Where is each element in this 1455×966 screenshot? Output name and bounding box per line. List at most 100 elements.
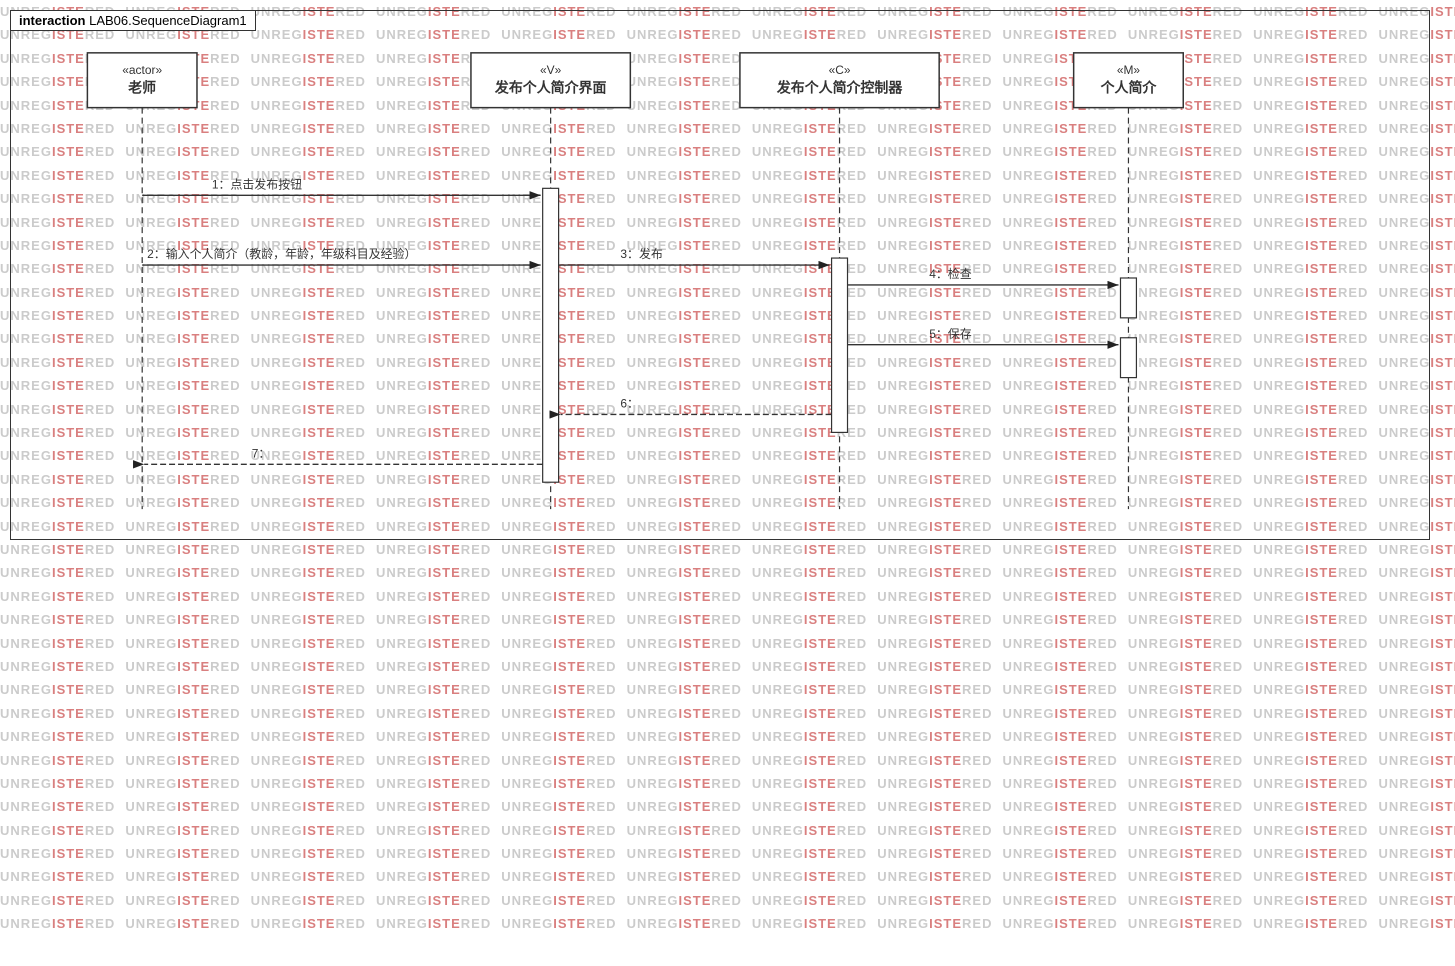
- watermark-text: UNREGISTERED: [1128, 749, 1253, 772]
- watermark-text: UNREGISTERED: [1253, 655, 1378, 678]
- svg-text:1：点击发布按钮: 1：点击发布按钮: [212, 176, 302, 191]
- watermark-text: UNREGISTERED: [1378, 702, 1455, 725]
- watermark-text: UNREGISTERED: [752, 632, 877, 655]
- watermark-text: UNREGISTERED: [501, 912, 626, 935]
- watermark-text: UNREGISTERED: [1003, 538, 1128, 561]
- watermark-text: UNREGISTERED: [376, 608, 501, 631]
- watermark-text: UNREGISTERED: [752, 561, 877, 584]
- watermark-text: UNREGISTERED: [1378, 632, 1455, 655]
- watermark-text: UNREGISTERED: [752, 538, 877, 561]
- watermark-text: UNREGISTERED: [1003, 725, 1128, 748]
- watermark-text: UNREGISTERED: [1128, 889, 1253, 912]
- watermark-text: UNREGISTERED: [0, 749, 125, 772]
- watermark-text: UNREGISTERED: [877, 725, 1002, 748]
- watermark-text: UNREGISTERED: [627, 865, 752, 888]
- watermark-text: UNREGISTERED: [501, 889, 626, 912]
- watermark-text: UNREGISTERED: [0, 795, 125, 818]
- watermark-text: UNREGISTERED: [877, 842, 1002, 865]
- svg-text:5：保存: 5：保存: [929, 327, 972, 341]
- watermark-text: UNREGISTERED: [1378, 561, 1455, 584]
- watermark-text: UNREGISTERED: [251, 795, 376, 818]
- watermark-text: UNREGISTERED: [376, 655, 501, 678]
- watermark-text: UNREGISTERED: [627, 585, 752, 608]
- svg-text:发布个人简介控制器: 发布个人简介控制器: [776, 80, 903, 96]
- watermark-text: UNREGISTERED: [251, 912, 376, 935]
- svg-text:个人简介: 个人简介: [1100, 80, 1158, 96]
- watermark-text: UNREGISTERED: [1253, 772, 1378, 795]
- watermark-text: UNREGISTERED: [627, 772, 752, 795]
- watermark-text: UNREGISTERED: [1003, 819, 1128, 842]
- watermark-text: UNREGISTERED: [1003, 632, 1128, 655]
- watermark-text: UNREGISTERED: [877, 678, 1002, 701]
- watermark-text: UNREGISTERED: [251, 819, 376, 842]
- watermark-text: UNREGISTERED: [1003, 678, 1128, 701]
- watermark-text: UNREGISTERED: [877, 608, 1002, 631]
- watermark-text: UNREGISTERED: [1253, 795, 1378, 818]
- svg-text:«C»: «C»: [829, 63, 851, 77]
- watermark-text: UNREGISTERED: [0, 819, 125, 842]
- watermark-text: UNREGISTERED: [1378, 749, 1455, 772]
- watermark-text: UNREGISTERED: [1128, 538, 1253, 561]
- watermark-text: UNREGISTERED: [752, 655, 877, 678]
- watermark-text: UNREGISTERED: [125, 889, 250, 912]
- watermark-text: UNREGISTERED: [0, 561, 125, 584]
- watermark-text: UNREGISTERED: [627, 912, 752, 935]
- watermark-text: UNREGISTERED: [1128, 772, 1253, 795]
- svg-text:«V»: «V»: [540, 63, 562, 77]
- watermark-text: UNREGISTERED: [376, 632, 501, 655]
- watermark-text: UNREGISTERED: [501, 749, 626, 772]
- watermark-text: UNREGISTERED: [877, 655, 1002, 678]
- watermark-text: UNREGISTERED: [1378, 865, 1455, 888]
- watermark-text: UNREGISTERED: [501, 538, 626, 561]
- watermark-text: UNREGISTERED: [501, 702, 626, 725]
- watermark-text: UNREGISTERED: [1128, 795, 1253, 818]
- watermark-text: UNREGISTERED: [1128, 608, 1253, 631]
- watermark-text: UNREGISTERED: [0, 702, 125, 725]
- watermark-text: UNREGISTERED: [1128, 702, 1253, 725]
- watermark-text: UNREGISTERED: [627, 632, 752, 655]
- watermark-text: UNREGISTERED: [501, 608, 626, 631]
- watermark-text: UNREGISTERED: [1378, 772, 1455, 795]
- watermark-text: UNREGISTERED: [251, 725, 376, 748]
- watermark-text: UNREGISTERED: [501, 561, 626, 584]
- watermark-text: UNREGISTERED: [1253, 725, 1378, 748]
- watermark-text: UNREGISTERED: [125, 702, 250, 725]
- svg-text:发布个人简介界面: 发布个人简介界面: [494, 80, 607, 96]
- watermark-text: UNREGISTERED: [1378, 608, 1455, 631]
- watermark-text: UNREGISTERED: [627, 678, 752, 701]
- watermark-text: UNREGISTERED: [877, 702, 1002, 725]
- watermark-text: UNREGISTERED: [125, 865, 250, 888]
- watermark-text: UNREGISTERED: [1253, 819, 1378, 842]
- watermark-text: UNREGISTERED: [125, 912, 250, 935]
- watermark-text: UNREGISTERED: [877, 772, 1002, 795]
- watermark-text: UNREGISTERED: [752, 772, 877, 795]
- watermark-text: UNREGISTERED: [0, 842, 125, 865]
- svg-text:4：检查: 4：检查: [929, 266, 972, 281]
- watermark-text: UNREGISTERED: [1128, 912, 1253, 935]
- watermark-text: UNREGISTERED: [125, 678, 250, 701]
- watermark-text: UNREGISTERED: [1128, 655, 1253, 678]
- watermark-text: UNREGISTERED: [376, 795, 501, 818]
- watermark-text: UNREGISTERED: [1003, 889, 1128, 912]
- watermark-text: UNREGISTERED: [501, 865, 626, 888]
- watermark-text: UNREGISTERED: [1003, 795, 1128, 818]
- watermark-text: UNREGISTERED: [0, 608, 125, 631]
- watermark-text: UNREGISTERED: [125, 749, 250, 772]
- watermark-text: UNREGISTERED: [752, 865, 877, 888]
- watermark-text: UNREGISTERED: [752, 702, 877, 725]
- watermark-text: UNREGISTERED: [1378, 678, 1455, 701]
- watermark-text: UNREGISTERED: [752, 889, 877, 912]
- watermark-text: UNREGISTERED: [501, 725, 626, 748]
- watermark-text: UNREGISTERED: [501, 678, 626, 701]
- watermark-text: UNREGISTERED: [376, 819, 501, 842]
- watermark-text: UNREGISTERED: [752, 749, 877, 772]
- watermark-text: UNREGISTERED: [125, 585, 250, 608]
- watermark-text: UNREGISTERED: [1253, 608, 1378, 631]
- watermark-text: UNREGISTERED: [1253, 912, 1378, 935]
- watermark-text: UNREGISTERED: [1253, 842, 1378, 865]
- watermark-text: UNREGISTERED: [1003, 561, 1128, 584]
- watermark-text: UNREGISTERED: [0, 889, 125, 912]
- watermark-text: UNREGISTERED: [251, 865, 376, 888]
- watermark-text: UNREGISTERED: [125, 725, 250, 748]
- watermark-text: UNREGISTERED: [1003, 702, 1128, 725]
